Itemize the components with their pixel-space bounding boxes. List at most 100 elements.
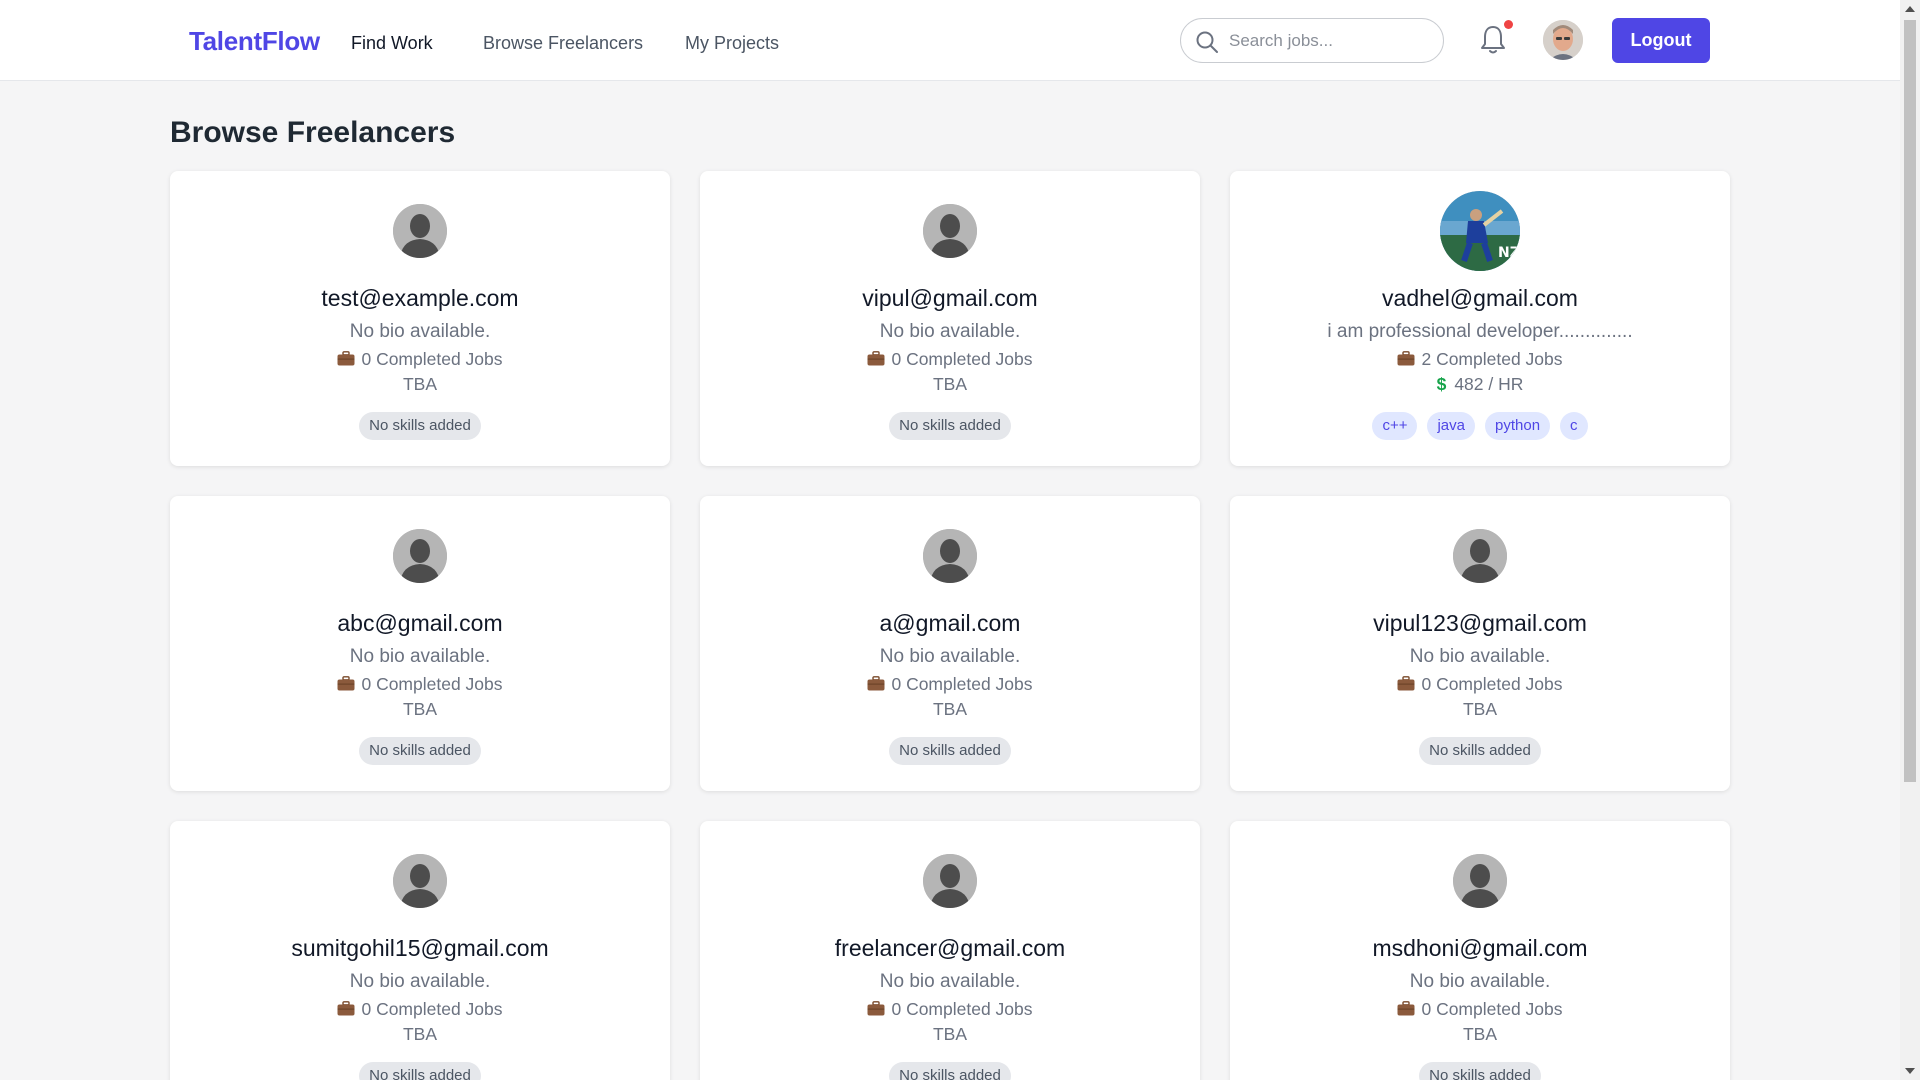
vertical-scrollbar[interactable] bbox=[1900, 0, 1920, 1080]
search-box[interactable] bbox=[1180, 18, 1444, 63]
hourly-rate-label: TBA bbox=[932, 699, 968, 719]
default-avatar-icon bbox=[923, 529, 977, 583]
freelancer-bio: No bio available. bbox=[349, 646, 491, 667]
completed-jobs-label: 0 Completed Jobs bbox=[1421, 999, 1563, 1019]
no-skills-chip: No skills added bbox=[359, 412, 481, 440]
default-avatar-icon bbox=[393, 204, 447, 258]
freelancer-email[interactable]: freelancer@gmail.com bbox=[700, 935, 1200, 962]
freelancer-email[interactable]: msdhoni@gmail.com bbox=[1230, 935, 1730, 962]
briefcase-icon bbox=[337, 1001, 355, 1016]
freelancer-bio: No bio available. bbox=[1409, 646, 1551, 667]
bell-icon[interactable] bbox=[1478, 24, 1508, 56]
default-avatar-icon bbox=[393, 529, 447, 583]
hourly-rate: $482 / HR bbox=[1230, 374, 1730, 395]
skills-list: No skills added bbox=[700, 1062, 1200, 1080]
no-skills-chip: No skills added bbox=[1419, 737, 1541, 765]
freelancer-email[interactable]: vipul@gmail.com bbox=[700, 285, 1200, 312]
skills-list: No skills added bbox=[170, 412, 670, 440]
hourly-rate: TBA bbox=[700, 374, 1200, 395]
freelancer-card[interactable]: freelancer@gmail.com No bio available. 0 C… bbox=[700, 821, 1200, 1080]
freelancer-email[interactable]: a@gmail.com bbox=[700, 610, 1200, 637]
skills-list: c++ java python c bbox=[1230, 412, 1730, 440]
hourly-rate-label: TBA bbox=[1462, 699, 1498, 719]
logout-button[interactable]: Logout bbox=[1612, 18, 1710, 63]
hourly-rate: TBA bbox=[170, 699, 670, 720]
freelancer-avatar bbox=[1453, 529, 1507, 583]
dollar-icon: $ bbox=[1436, 374, 1447, 394]
skill-chip: c bbox=[1560, 412, 1588, 440]
completed-jobs-label: 0 Completed Jobs bbox=[891, 349, 1033, 369]
hourly-rate-label: TBA bbox=[402, 1024, 438, 1044]
hourly-rate: TBA bbox=[700, 1024, 1200, 1045]
hourly-rate: TBA bbox=[170, 1024, 670, 1045]
freelancer-card[interactable]: NZ vadhel@gmail.com i am professional deve… bbox=[1230, 171, 1730, 466]
completed-jobs-label: 0 Completed Jobs bbox=[891, 674, 1033, 694]
completed-jobs: 0 Completed Jobs bbox=[700, 999, 1200, 1020]
no-skills-chip: No skills added bbox=[1419, 1062, 1541, 1080]
briefcase-icon bbox=[867, 351, 885, 366]
freelancer-bio: No bio available. bbox=[879, 646, 1021, 667]
search-input[interactable] bbox=[1229, 27, 1429, 55]
freelancer-card[interactable]: sumitgohil15@gmail.com No bio available. 0… bbox=[170, 821, 670, 1080]
skills-list: No skills added bbox=[700, 737, 1200, 765]
hourly-rate-label: TBA bbox=[402, 699, 438, 719]
completed-jobs-label: 0 Completed Jobs bbox=[891, 999, 1033, 1019]
freelancer-avatar bbox=[393, 204, 447, 258]
skills-list: No skills added bbox=[170, 1062, 670, 1080]
profile-photo-icon: NZ bbox=[1440, 191, 1520, 271]
no-skills-chip: No skills added bbox=[889, 1062, 1011, 1080]
freelancer-card[interactable]: test@example.com No bio available. 0 Compl… bbox=[170, 171, 670, 466]
briefcase-icon bbox=[867, 1001, 885, 1016]
freelancer-avatar bbox=[393, 529, 447, 583]
completed-jobs-label: 0 Completed Jobs bbox=[361, 674, 503, 694]
top-navbar: TalentFlow Find Work Browse Freelancers … bbox=[0, 0, 1900, 81]
hourly-rate: TBA bbox=[1230, 1024, 1730, 1045]
freelancer-avatar bbox=[393, 854, 447, 908]
freelancer-email[interactable]: sumitgohil15@gmail.com bbox=[170, 935, 670, 962]
briefcase-icon bbox=[337, 676, 355, 691]
scroll-up-arrow-icon[interactable] bbox=[1905, 6, 1915, 12]
nav-link-browse-freelancers[interactable]: Browse Freelancers bbox=[483, 33, 643, 54]
completed-jobs: 0 Completed Jobs bbox=[1230, 674, 1730, 695]
completed-jobs: 0 Completed Jobs bbox=[700, 349, 1200, 370]
hourly-rate-label: TBA bbox=[932, 1024, 968, 1044]
freelancer-bio: No bio available. bbox=[349, 321, 491, 342]
freelancer-email[interactable]: vadhel@gmail.com bbox=[1230, 285, 1730, 312]
freelancer-email[interactable]: vipul123@gmail.com bbox=[1230, 610, 1730, 637]
page-title: Browse Freelancers bbox=[170, 116, 456, 149]
freelancer-grid: test@example.com No bio available. 0 Compl… bbox=[170, 171, 1730, 1080]
scrollbar-thumb[interactable] bbox=[1904, 20, 1916, 782]
freelancer-card[interactable]: abc@gmail.com No bio available. 0 Complete… bbox=[170, 496, 670, 791]
nav-link-my-projects[interactable]: My Projects bbox=[685, 33, 779, 54]
freelancer-card[interactable]: vipul@gmail.com No bio available. 0 Comple… bbox=[700, 171, 1200, 466]
skill-chip: java bbox=[1427, 412, 1475, 440]
no-skills-chip: No skills added bbox=[359, 1062, 481, 1080]
user-avatar[interactable] bbox=[1543, 20, 1583, 60]
freelancer-card[interactable]: a@gmail.com No bio available. 0 Completed … bbox=[700, 496, 1200, 791]
freelancer-avatar bbox=[1453, 854, 1507, 908]
freelancer-bio: No bio available. bbox=[879, 321, 1021, 342]
no-skills-chip: No skills added bbox=[359, 737, 481, 765]
default-avatar-icon bbox=[923, 854, 977, 908]
skills-list: No skills added bbox=[1230, 1062, 1730, 1080]
briefcase-icon bbox=[1397, 351, 1415, 366]
hourly-rate: TBA bbox=[170, 374, 670, 395]
default-avatar-icon bbox=[1453, 854, 1507, 908]
freelancer-bio: No bio available. bbox=[349, 971, 491, 992]
brand-logo[interactable]: TalentFlow bbox=[189, 26, 320, 57]
freelancer-bio: No bio available. bbox=[879, 971, 1021, 992]
completed-jobs: 0 Completed Jobs bbox=[170, 999, 670, 1020]
freelancer-card[interactable]: vipul123@gmail.com No bio available. 0 Com… bbox=[1230, 496, 1730, 791]
nav-link-find-work[interactable]: Find Work bbox=[351, 33, 433, 54]
default-avatar-icon bbox=[1453, 529, 1507, 583]
completed-jobs-label: 0 Completed Jobs bbox=[361, 999, 503, 1019]
scroll-down-arrow-icon[interactable] bbox=[1905, 1068, 1915, 1074]
freelancer-card[interactable]: msdhoni@gmail.com No bio available. 0 Comp… bbox=[1230, 821, 1730, 1080]
freelancer-email[interactable]: abc@gmail.com bbox=[170, 610, 670, 637]
freelancer-avatar bbox=[923, 529, 977, 583]
completed-jobs-label: 0 Completed Jobs bbox=[1421, 674, 1563, 694]
hourly-rate-label: TBA bbox=[1462, 1024, 1498, 1044]
hourly-rate-label: 482 / HR bbox=[1454, 374, 1524, 394]
no-skills-chip: No skills added bbox=[889, 412, 1011, 440]
freelancer-email[interactable]: test@example.com bbox=[170, 285, 670, 312]
